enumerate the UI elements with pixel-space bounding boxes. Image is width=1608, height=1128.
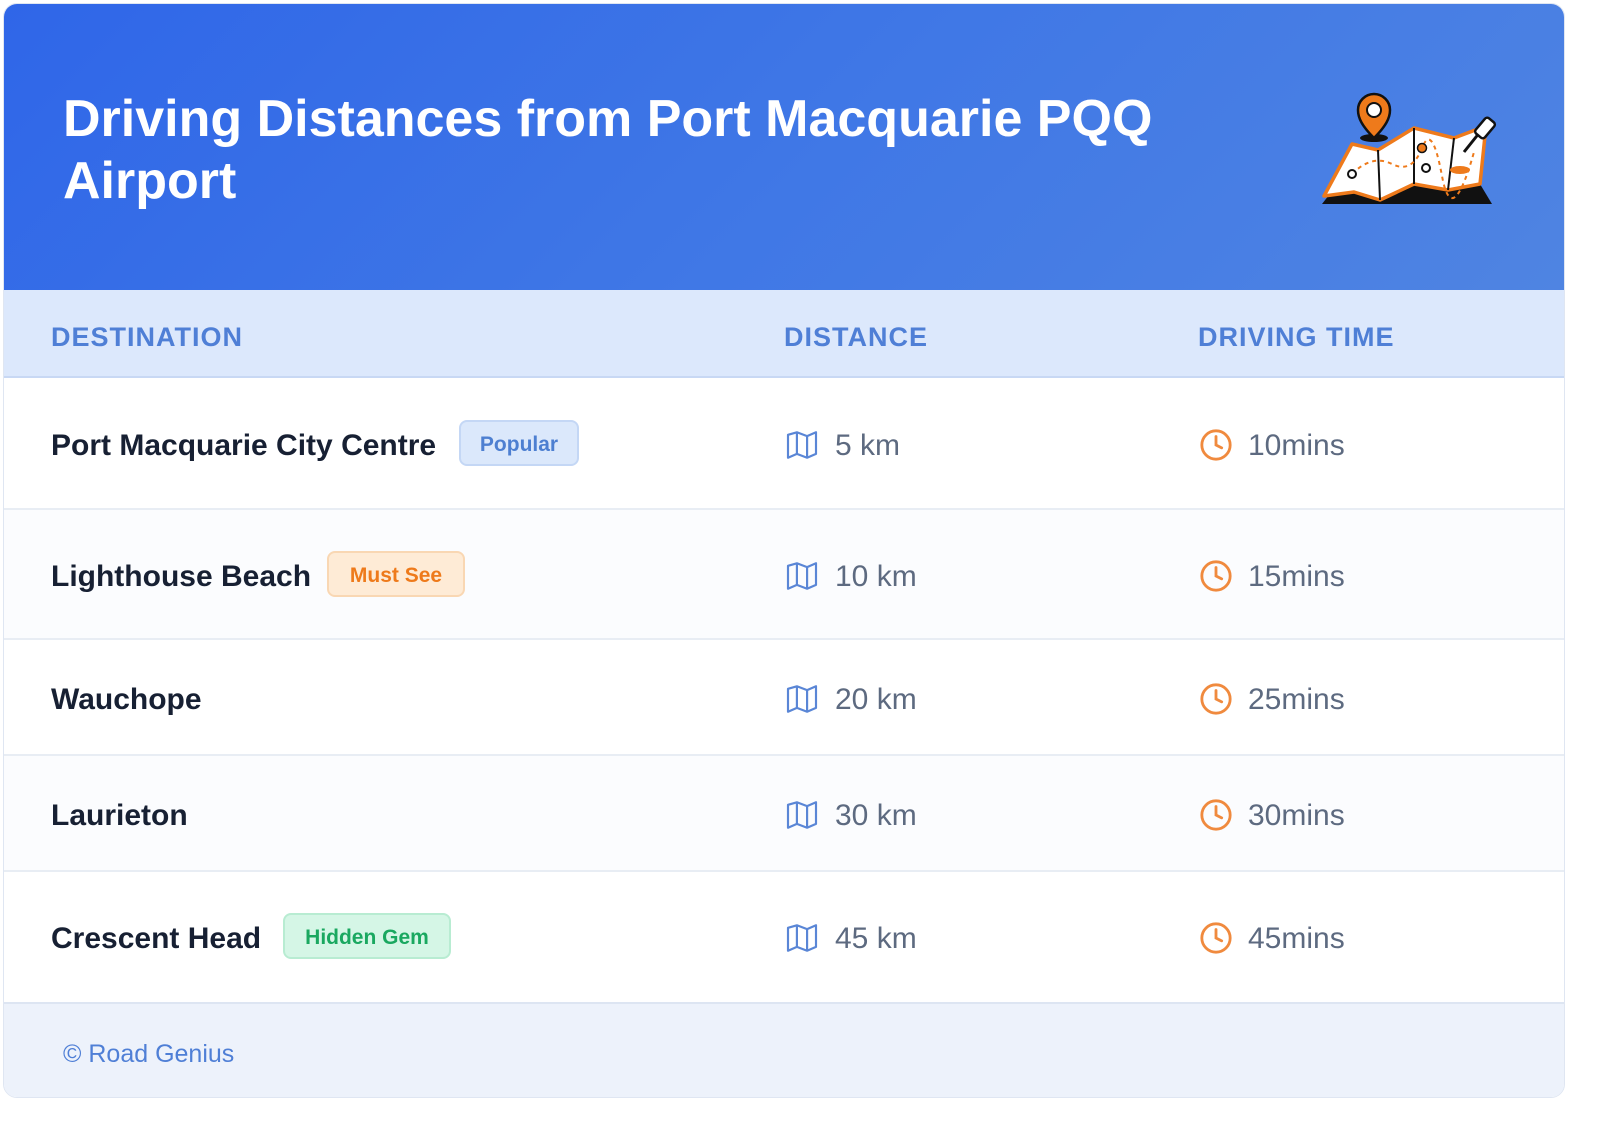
distance-value: 45 km [835, 922, 917, 955]
hidden-gem-badge: Hidden Gem [283, 913, 451, 959]
clock-icon [1200, 683, 1232, 715]
destination-name: Wauchope [51, 683, 202, 716]
clock-icon [1200, 429, 1232, 461]
driving-time-value: 25mins [1248, 683, 1345, 716]
distance-value: 5 km [835, 429, 901, 462]
map-with-pins-icon [1322, 92, 1497, 204]
map-icon [786, 562, 818, 590]
driving-time-value: 10mins [1248, 429, 1345, 462]
popular-badge: Popular [459, 420, 579, 466]
footer: © Road Genius [4, 1002, 1564, 1097]
destination-name: Port Macquarie City Centre [51, 429, 437, 462]
clock-icon [1200, 560, 1232, 592]
copyright-text: © Road Genius [63, 1040, 235, 1068]
map-icon [786, 431, 818, 459]
clock-icon [1200, 799, 1232, 831]
destination-name: Crescent Head [51, 922, 262, 955]
column-header-distance: DISTANCE [784, 322, 929, 352]
table-row: Crescent Head Hidden Gem 45 km 45mins [4, 872, 1564, 1002]
distances-card: Driving Distances from Port Macquarie PQ… [3, 3, 1565, 1098]
table-header: DESTINATION DISTANCE DRIVING TIME [4, 290, 1564, 378]
column-header-driving-time: DRIVING TIME [1198, 322, 1395, 352]
table-row: Laurieton 30 km 30mins [4, 756, 1564, 872]
distance-value: 20 km [835, 683, 917, 716]
header-banner: Driving Distances from Port Macquarie PQ… [4, 4, 1564, 290]
distance-value: 10 km [835, 560, 917, 593]
map-icon [786, 685, 818, 713]
map-icon [786, 801, 818, 829]
must-see-badge: Must See [327, 551, 465, 597]
column-header-destination: DESTINATION [51, 322, 243, 352]
table-row: Wauchope 20 km 25mins [4, 640, 1564, 756]
table-row: Lighthouse Beach Must See 10 km 15mins [4, 510, 1564, 640]
destination-name: Laurieton [51, 799, 188, 832]
map-icon [786, 924, 818, 952]
driving-time-value: 45mins [1248, 922, 1345, 955]
destination-name: Lighthouse Beach [51, 560, 312, 593]
clock-icon [1200, 922, 1232, 954]
driving-time-value: 30mins [1248, 799, 1345, 832]
driving-time-value: 15mins [1248, 560, 1345, 593]
table-row: Port Macquarie City Centre Popular 5 km … [4, 378, 1564, 510]
distance-value: 30 km [835, 799, 917, 832]
page-title: Driving Distances from Port Macquarie PQ… [63, 90, 1153, 210]
